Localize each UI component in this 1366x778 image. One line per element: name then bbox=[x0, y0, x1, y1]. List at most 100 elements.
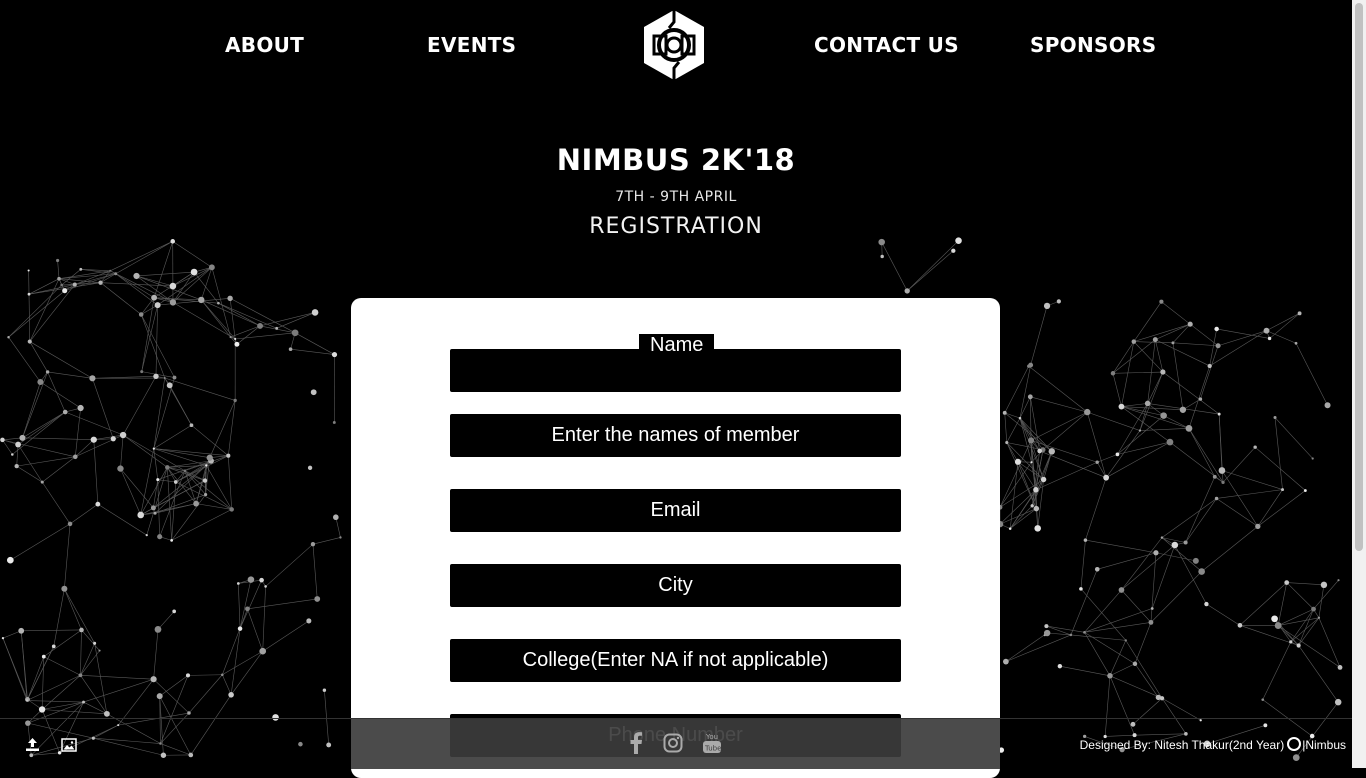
network-node bbox=[1125, 639, 1127, 641]
network-node bbox=[170, 299, 176, 305]
college-field[interactable] bbox=[450, 639, 901, 682]
network-node bbox=[153, 374, 158, 379]
network-node bbox=[1208, 364, 1212, 368]
network-link bbox=[176, 456, 229, 482]
network-node bbox=[1151, 607, 1154, 610]
network-link bbox=[142, 305, 158, 372]
network-node bbox=[1044, 630, 1050, 636]
city-field[interactable] bbox=[450, 564, 901, 607]
network-node bbox=[1003, 411, 1007, 415]
network-node bbox=[308, 466, 312, 470]
network-node bbox=[1084, 538, 1088, 542]
svg-text:Tube: Tube bbox=[704, 745, 721, 753]
network-link bbox=[81, 630, 99, 651]
network-node bbox=[93, 642, 96, 645]
network-link bbox=[1060, 666, 1110, 676]
network-link bbox=[201, 300, 230, 337]
network-link bbox=[158, 611, 174, 629]
network-node bbox=[221, 673, 224, 676]
network-link bbox=[1117, 403, 1147, 454]
footer-social-bar: YouTube bbox=[351, 719, 1000, 769]
network-link bbox=[266, 544, 313, 586]
nav-contact-us[interactable]: CONTACT US bbox=[814, 33, 959, 57]
network-link bbox=[1296, 343, 1328, 405]
network-node bbox=[1015, 459, 1021, 465]
network-link bbox=[42, 709, 107, 713]
network-node bbox=[1271, 615, 1278, 622]
network-node bbox=[259, 578, 264, 583]
network-link bbox=[1278, 626, 1340, 668]
network-node bbox=[311, 542, 315, 546]
nav-about[interactable]: ABOUT bbox=[225, 33, 304, 57]
network-link bbox=[9, 291, 65, 337]
network-link bbox=[1189, 428, 1215, 476]
network-link bbox=[1121, 538, 1161, 590]
network-link bbox=[1081, 540, 1085, 589]
youtube-icon[interactable]: YouTube bbox=[702, 730, 722, 758]
network-node bbox=[174, 480, 178, 484]
network-link bbox=[1200, 346, 1218, 399]
network-node bbox=[878, 239, 885, 246]
page-scrollbar[interactable] bbox=[1352, 0, 1366, 768]
network-node bbox=[11, 453, 14, 456]
network-link bbox=[188, 675, 222, 676]
network-node bbox=[217, 302, 220, 305]
network-link bbox=[1126, 640, 1162, 698]
instagram-icon[interactable] bbox=[663, 733, 683, 757]
network-link bbox=[907, 241, 958, 291]
network-link bbox=[1071, 635, 1126, 640]
network-node bbox=[1030, 461, 1032, 463]
network-link bbox=[42, 675, 80, 709]
network-link bbox=[1173, 343, 1183, 410]
network-node bbox=[1084, 409, 1090, 415]
network-node bbox=[0, 438, 5, 443]
network-link bbox=[27, 701, 84, 703]
network-node bbox=[28, 340, 32, 344]
network-link bbox=[170, 385, 192, 425]
network-link bbox=[1161, 302, 1190, 324]
network-node bbox=[137, 512, 144, 519]
network-link bbox=[176, 471, 185, 482]
network-link bbox=[1081, 589, 1126, 641]
network-node bbox=[1132, 339, 1137, 344]
network-node bbox=[228, 692, 234, 698]
network-link bbox=[228, 456, 231, 510]
network-node bbox=[173, 376, 177, 380]
network-node bbox=[193, 501, 199, 507]
network-node bbox=[1297, 643, 1301, 647]
network-node bbox=[95, 502, 100, 507]
image-icon[interactable] bbox=[61, 737, 77, 756]
email-field[interactable] bbox=[450, 489, 901, 532]
network-node bbox=[37, 379, 43, 385]
upload-icon[interactable] bbox=[25, 737, 40, 756]
network-link bbox=[116, 241, 173, 273]
network-node bbox=[61, 586, 67, 592]
network-node bbox=[1160, 369, 1165, 374]
network-link bbox=[1217, 498, 1258, 526]
network-node bbox=[1041, 477, 1046, 482]
network-node bbox=[207, 455, 213, 461]
network-link bbox=[137, 272, 195, 276]
network-node bbox=[1204, 602, 1208, 606]
network-link bbox=[123, 435, 167, 467]
network-link bbox=[154, 449, 158, 480]
network-node bbox=[951, 249, 955, 253]
facebook-icon[interactable] bbox=[629, 732, 643, 758]
network-link bbox=[1218, 331, 1266, 346]
network-node bbox=[237, 582, 240, 585]
network-node bbox=[120, 432, 126, 438]
network-link bbox=[54, 589, 65, 647]
scrollbar-thumb[interactable] bbox=[1355, 3, 1363, 551]
network-node bbox=[1153, 337, 1158, 342]
nimbus-logo[interactable] bbox=[641, 8, 707, 82]
network-link bbox=[1117, 442, 1170, 454]
network-link bbox=[75, 440, 93, 457]
network-link bbox=[1164, 416, 1189, 429]
network-link bbox=[1287, 583, 1314, 610]
nav-sponsors[interactable]: SPONSORS bbox=[1030, 33, 1156, 57]
network-node bbox=[46, 370, 49, 373]
network-node bbox=[226, 454, 230, 458]
network-link bbox=[1287, 583, 1324, 585]
nav-events[interactable]: EVENTS bbox=[427, 33, 516, 57]
members-field[interactable] bbox=[450, 414, 901, 457]
